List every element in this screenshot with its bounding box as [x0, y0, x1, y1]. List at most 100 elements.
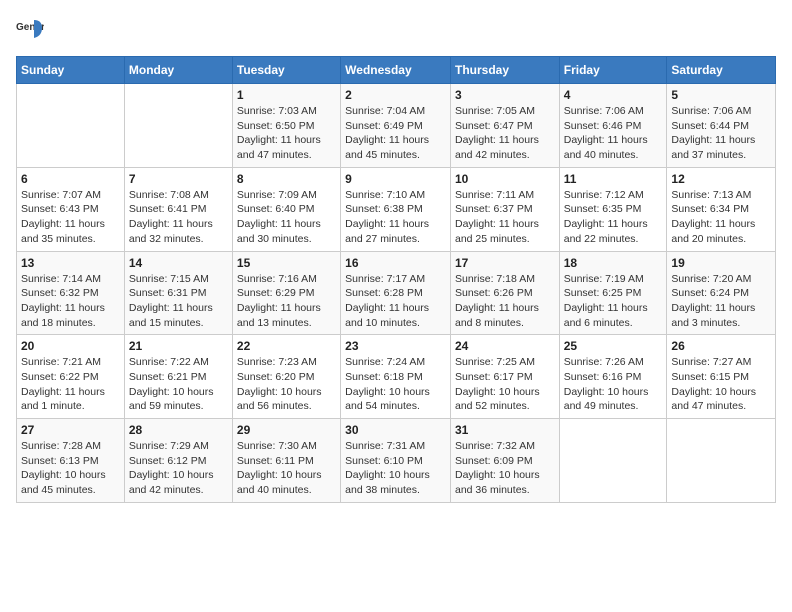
- day-info: Sunrise: 7:19 AMSunset: 6:25 PMDaylight:…: [564, 272, 663, 331]
- day-info: Sunrise: 7:24 AMSunset: 6:18 PMDaylight:…: [345, 355, 446, 414]
- header-friday: Friday: [559, 57, 667, 84]
- day-info: Sunrise: 7:26 AMSunset: 6:16 PMDaylight:…: [564, 355, 663, 414]
- day-number: 23: [345, 339, 446, 353]
- day-number: 26: [671, 339, 771, 353]
- day-info: Sunrise: 7:08 AMSunset: 6:41 PMDaylight:…: [129, 188, 228, 247]
- calendar-cell: 29Sunrise: 7:30 AMSunset: 6:11 PMDayligh…: [232, 419, 340, 503]
- logo: General: [16, 16, 48, 44]
- day-info: Sunrise: 7:31 AMSunset: 6:10 PMDaylight:…: [345, 439, 446, 498]
- calendar-cell: 10 Sunrise: 7:11 AMSunset: 6:37 PMDayligh…: [450, 167, 559, 251]
- day-info: Sunrise: 7:03 AMSunset: 6:50 PMDaylight:…: [237, 104, 336, 163]
- day-number: 20: [21, 339, 120, 353]
- calendar-header-row: SundayMondayTuesdayWednesdayThursdayFrid…: [17, 57, 776, 84]
- day-info: Sunrise: 7:18 AMSunset: 6:26 PMDaylight:…: [455, 272, 555, 331]
- page-header: General: [16, 16, 776, 44]
- day-info: Sunrise: 7:28 AMSunset: 6:13 PMDaylight:…: [21, 439, 120, 498]
- header-monday: Monday: [124, 57, 232, 84]
- day-number: 14: [129, 256, 228, 270]
- day-number: 21: [129, 339, 228, 353]
- calendar-cell: 12Sunrise: 7:13 AMSunset: 6:34 PMDayligh…: [667, 167, 776, 251]
- calendar-cell: 26Sunrise: 7:27 AMSunset: 6:15 PMDayligh…: [667, 335, 776, 419]
- header-tuesday: Tuesday: [232, 57, 340, 84]
- day-number: 17: [455, 256, 555, 270]
- calendar-cell: 9Sunrise: 7:10 AMSunset: 6:38 PMDaylight…: [341, 167, 451, 251]
- header-wednesday: Wednesday: [341, 57, 451, 84]
- logo-icon: General: [16, 16, 44, 44]
- day-number: 10: [455, 172, 555, 186]
- calendar-cell: 5 Sunrise: 7:06 AMSunset: 6:44 PMDaylight…: [667, 84, 776, 168]
- calendar-cell: 6 Sunrise: 7:07 AMSunset: 6:43 PMDaylight…: [17, 167, 125, 251]
- day-number: 16: [345, 256, 446, 270]
- calendar-cell: 25 Sunrise: 7:26 AMSunset: 6:16 PMDayligh…: [559, 335, 667, 419]
- day-info: Sunrise: 7:25 AMSunset: 6:17 PMDaylight:…: [455, 355, 555, 414]
- calendar-cell: 28Sunrise: 7:29 AMSunset: 6:12 PMDayligh…: [124, 419, 232, 503]
- header-thursday: Thursday: [450, 57, 559, 84]
- calendar-cell: 15 Sunrise: 7:16 AMSunset: 6:29 PMDayligh…: [232, 251, 340, 335]
- day-number: 19: [671, 256, 771, 270]
- day-info: Sunrise: 7:13 AMSunset: 6:34 PMDaylight:…: [671, 188, 771, 247]
- day-info: Sunrise: 7:04 AMSunset: 6:49 PMDaylight:…: [345, 104, 446, 163]
- day-info: Sunrise: 7:30 AMSunset: 6:11 PMDaylight:…: [237, 439, 336, 498]
- day-number: 18: [564, 256, 663, 270]
- calendar-cell: 14 Sunrise: 7:15 AMSunset: 6:31 PMDayligh…: [124, 251, 232, 335]
- calendar-cell: 7Sunrise: 7:08 AMSunset: 6:41 PMDaylight…: [124, 167, 232, 251]
- week-row-1: 6 Sunrise: 7:07 AMSunset: 6:43 PMDaylight…: [17, 167, 776, 251]
- day-info: Sunrise: 7:11 AMSunset: 6:37 PMDaylight:…: [455, 188, 555, 247]
- calendar-cell: 1 Sunrise: 7:03 AMSunset: 6:50 PMDaylight…: [232, 84, 340, 168]
- day-info: Sunrise: 7:06 AMSunset: 6:44 PMDaylight:…: [671, 104, 771, 163]
- week-row-0: 1 Sunrise: 7:03 AMSunset: 6:50 PMDaylight…: [17, 84, 776, 168]
- day-info: Sunrise: 7:06 AMSunset: 6:46 PMDaylight:…: [564, 104, 663, 163]
- day-number: 27: [21, 423, 120, 437]
- calendar-cell: 21 Sunrise: 7:22 AMSunset: 6:21 PMDayligh…: [124, 335, 232, 419]
- header-saturday: Saturday: [667, 57, 776, 84]
- day-info: Sunrise: 7:07 AMSunset: 6:43 PMDaylight:…: [21, 188, 120, 247]
- day-number: 8: [237, 172, 336, 186]
- day-number: 30: [345, 423, 446, 437]
- week-row-4: 27 Sunrise: 7:28 AMSunset: 6:13 PMDayligh…: [17, 419, 776, 503]
- day-info: Sunrise: 7:05 AMSunset: 6:47 PMDaylight:…: [455, 104, 555, 163]
- day-info: Sunrise: 7:09 AMSunset: 6:40 PMDaylight:…: [237, 188, 336, 247]
- calendar-cell: 23 Sunrise: 7:24 AMSunset: 6:18 PMDayligh…: [341, 335, 451, 419]
- day-number: 1: [237, 88, 336, 102]
- day-info: Sunrise: 7:20 AMSunset: 6:24 PMDaylight:…: [671, 272, 771, 331]
- calendar-cell: 17 Sunrise: 7:18 AMSunset: 6:26 PMDayligh…: [450, 251, 559, 335]
- day-number: 22: [237, 339, 336, 353]
- calendar-cell: 20 Sunrise: 7:21 AMSunset: 6:22 PMDayligh…: [17, 335, 125, 419]
- day-number: 5: [671, 88, 771, 102]
- calendar-cell: [559, 419, 667, 503]
- week-row-2: 13Sunrise: 7:14 AMSunset: 6:32 PMDayligh…: [17, 251, 776, 335]
- day-info: Sunrise: 7:22 AMSunset: 6:21 PMDaylight:…: [129, 355, 228, 414]
- calendar-cell: [667, 419, 776, 503]
- day-info: Sunrise: 7:29 AMSunset: 6:12 PMDaylight:…: [129, 439, 228, 498]
- calendar-cell: 30 Sunrise: 7:31 AMSunset: 6:10 PMDayligh…: [341, 419, 451, 503]
- header-sunday: Sunday: [17, 57, 125, 84]
- calendar-cell: 19 Sunrise: 7:20 AMSunset: 6:24 PMDayligh…: [667, 251, 776, 335]
- calendar-cell: 24 Sunrise: 7:25 AMSunset: 6:17 PMDayligh…: [450, 335, 559, 419]
- day-info: Sunrise: 7:17 AMSunset: 6:28 PMDaylight:…: [345, 272, 446, 331]
- calendar-cell: 16 Sunrise: 7:17 AMSunset: 6:28 PMDayligh…: [341, 251, 451, 335]
- calendar-cell: 13Sunrise: 7:14 AMSunset: 6:32 PMDayligh…: [17, 251, 125, 335]
- calendar-cell: 3Sunrise: 7:05 AMSunset: 6:47 PMDaylight…: [450, 84, 559, 168]
- day-number: 15: [237, 256, 336, 270]
- day-number: 4: [564, 88, 663, 102]
- day-number: 24: [455, 339, 555, 353]
- day-number: 6: [21, 172, 120, 186]
- day-info: Sunrise: 7:21 AMSunset: 6:22 PMDaylight:…: [21, 355, 120, 414]
- calendar-cell: 22 Sunrise: 7:23 AMSunset: 6:20 PMDayligh…: [232, 335, 340, 419]
- calendar-table: SundayMondayTuesdayWednesdayThursdayFrid…: [16, 56, 776, 503]
- day-number: 9: [345, 172, 446, 186]
- week-row-3: 20 Sunrise: 7:21 AMSunset: 6:22 PMDayligh…: [17, 335, 776, 419]
- day-info: Sunrise: 7:32 AMSunset: 6:09 PMDaylight:…: [455, 439, 555, 498]
- calendar-cell: 18 Sunrise: 7:19 AMSunset: 6:25 PMDayligh…: [559, 251, 667, 335]
- calendar-cell: 4 Sunrise: 7:06 AMSunset: 6:46 PMDaylight…: [559, 84, 667, 168]
- calendar-cell: [17, 84, 125, 168]
- day-number: 25: [564, 339, 663, 353]
- day-info: Sunrise: 7:12 AMSunset: 6:35 PMDaylight:…: [564, 188, 663, 247]
- day-info: Sunrise: 7:15 AMSunset: 6:31 PMDaylight:…: [129, 272, 228, 331]
- day-number: 13: [21, 256, 120, 270]
- calendar-cell: [124, 84, 232, 168]
- day-info: Sunrise: 7:23 AMSunset: 6:20 PMDaylight:…: [237, 355, 336, 414]
- calendar-cell: 11Sunrise: 7:12 AMSunset: 6:35 PMDayligh…: [559, 167, 667, 251]
- day-info: Sunrise: 7:16 AMSunset: 6:29 PMDaylight:…: [237, 272, 336, 331]
- calendar-cell: 8 Sunrise: 7:09 AMSunset: 6:40 PMDaylight…: [232, 167, 340, 251]
